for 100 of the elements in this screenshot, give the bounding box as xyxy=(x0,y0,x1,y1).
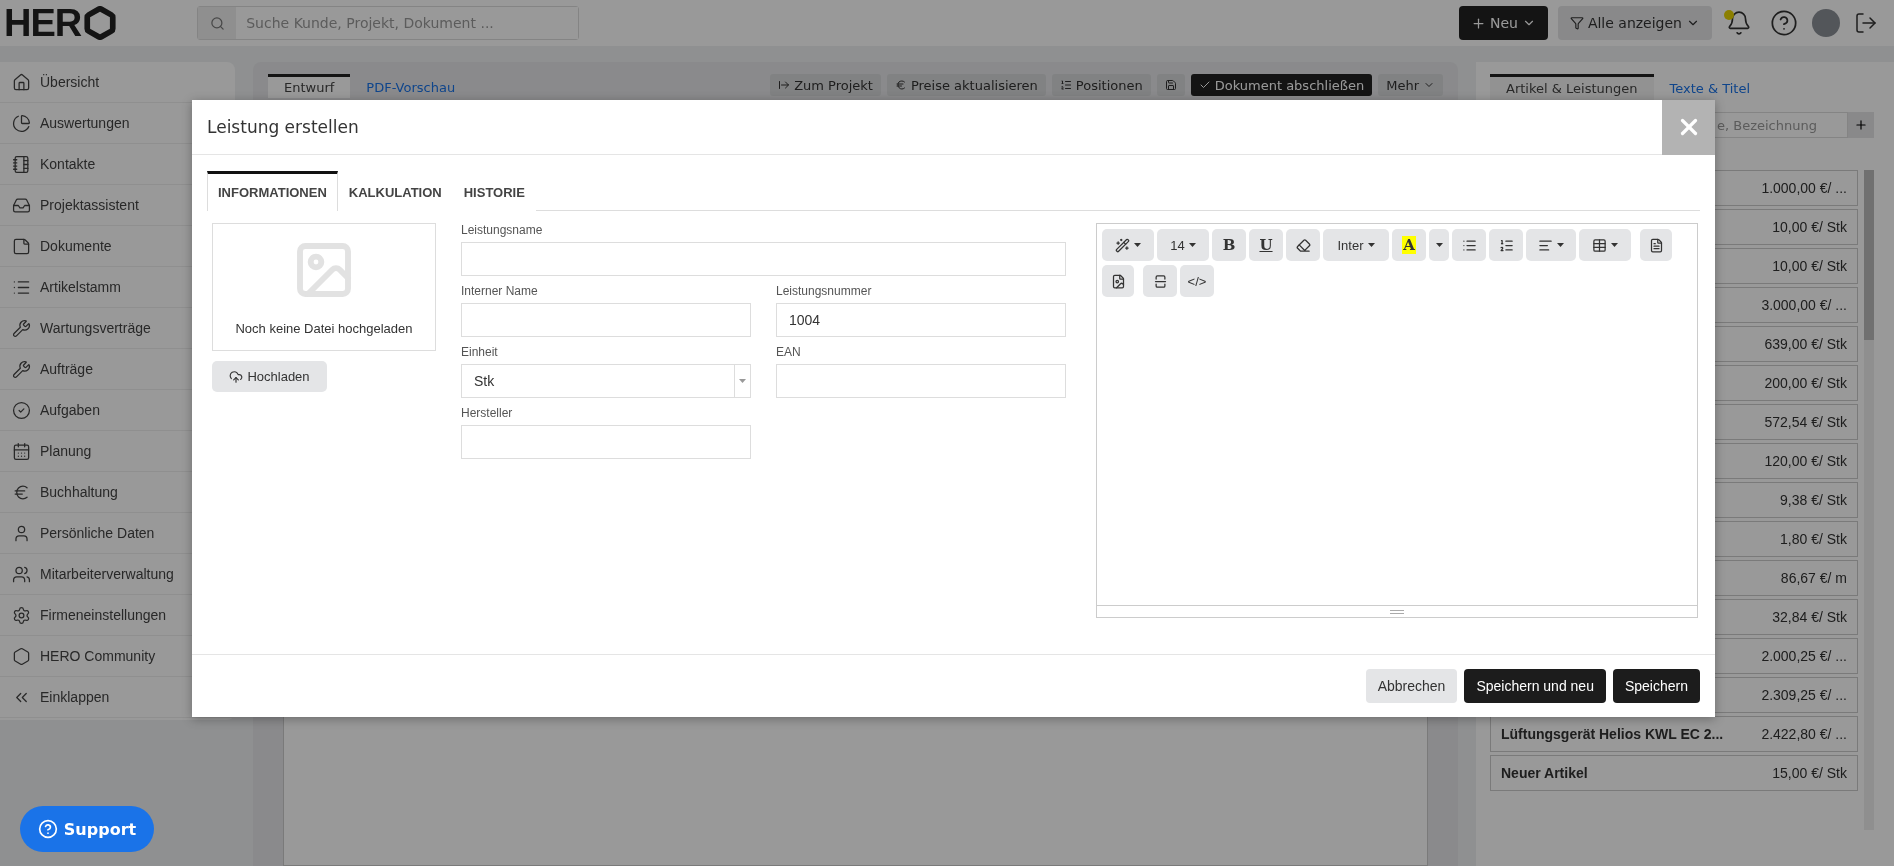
bullet-list-button[interactable] xyxy=(1452,229,1486,261)
image-drop-area[interactable]: Noch keine Datei hochgeladen xyxy=(212,223,436,351)
caret-icon xyxy=(1435,243,1443,247)
users-icon xyxy=(12,564,31,584)
font-dropdown[interactable]: Inter xyxy=(1323,229,1389,261)
toolbar-button[interactable]: Zum Projekt xyxy=(770,74,881,96)
field-label: Hersteller xyxy=(461,406,514,420)
article-price: 1.000,00 €/ ... xyxy=(1761,180,1847,196)
bell-icon xyxy=(1726,10,1752,36)
save-button[interactable]: Speichern und neu xyxy=(1464,669,1606,703)
numbered-list-button[interactable] xyxy=(1489,229,1523,261)
eraser-button[interactable] xyxy=(1286,229,1320,261)
user-icon xyxy=(12,523,31,543)
filter-button[interactable]: Alle anzeigen xyxy=(1557,6,1712,40)
article-price: 200,00 €/ Stk xyxy=(1764,375,1847,391)
code-view-button[interactable]: </> xyxy=(1180,265,1214,297)
add-button[interactable] xyxy=(1848,112,1874,138)
cloud-upload-icon xyxy=(229,369,244,384)
article-price: 9,38 €/ Stk xyxy=(1780,492,1847,508)
numbered-list-icon xyxy=(1059,79,1072,91)
save-icon xyxy=(1164,79,1177,91)
scrollbar-thumb[interactable] xyxy=(1864,170,1874,340)
article-price: 2.422,80 €/ ... xyxy=(1761,726,1847,742)
hexagon-icon xyxy=(12,646,31,666)
article-price: 572,54 €/ Stk xyxy=(1764,414,1847,430)
bold-button[interactable]: B xyxy=(1212,229,1246,261)
align-dropdown[interactable] xyxy=(1526,229,1576,261)
article-price: 32,84 €/ Stk xyxy=(1772,609,1847,625)
note-icon xyxy=(12,236,31,256)
document-icon xyxy=(1648,237,1664,253)
document-button[interactable] xyxy=(1640,229,1672,261)
numbered-list-icon xyxy=(1498,237,1514,253)
plus-icon xyxy=(1470,15,1486,31)
field-label: Einheit xyxy=(461,345,499,359)
article-price: 120,00 €/ Stk xyxy=(1764,453,1847,469)
unit-select[interactable]: Stk xyxy=(461,364,751,398)
style-button[interactable] xyxy=(1102,229,1154,261)
image-file-icon xyxy=(1110,273,1126,289)
euro-icon xyxy=(894,79,907,91)
home-icon xyxy=(12,72,31,92)
table-dropdown[interactable] xyxy=(1579,229,1631,261)
article-price: 2.309,25 €/ ... xyxy=(1761,687,1847,703)
check-circle-icon xyxy=(12,400,31,420)
page-break-button[interactable] xyxy=(1143,265,1177,297)
toolbar-button[interactable]: Dokument abschließen xyxy=(1190,74,1373,96)
highlight-button[interactable]: A xyxy=(1392,229,1426,261)
table-icon xyxy=(1592,237,1607,253)
caret-icon xyxy=(1188,243,1196,247)
support-button[interactable]: Support xyxy=(20,806,154,852)
logo-icon xyxy=(83,6,118,40)
caret-icon xyxy=(1611,243,1618,247)
save-button[interactable] xyxy=(1156,74,1185,96)
input-field[interactable] xyxy=(461,242,1066,276)
upload-button[interactable]: Hochladen xyxy=(212,361,327,392)
article-price: 2.000,25 €/ ... xyxy=(1761,648,1847,664)
resize-handle[interactable] xyxy=(1390,609,1404,614)
input-field[interactable]: 1004 xyxy=(776,303,1066,337)
avatar[interactable] xyxy=(1812,9,1840,37)
article-price: 1,80 €/ Stk xyxy=(1780,531,1847,547)
logout-icon xyxy=(1854,11,1878,35)
calendar-icon xyxy=(12,441,31,461)
settings-icon xyxy=(12,605,31,625)
input-field[interactable] xyxy=(461,425,751,459)
document-tab[interactable]: PDF-Vorschau xyxy=(350,74,472,98)
dialog-tab[interactable]: INFORMATIONEN xyxy=(207,171,338,211)
input-field[interactable] xyxy=(461,303,751,337)
document-tab[interactable]: Entwurf xyxy=(268,74,351,98)
underline-button[interactable]: U xyxy=(1249,229,1283,261)
toolbar-button[interactable]: Positionen xyxy=(1051,74,1151,96)
check-icon xyxy=(1198,79,1211,91)
input-field[interactable] xyxy=(776,364,1066,398)
panel-tab[interactable]: Texte & Titel xyxy=(1653,74,1767,104)
article-price: 639,00 €/ Stk xyxy=(1764,336,1847,352)
page-break-icon xyxy=(1152,273,1168,289)
article-price: 10,00 €/ Stk xyxy=(1772,258,1847,274)
article-row[interactable]: Neuer Artikel 15,00 €/ Stk xyxy=(1490,755,1858,791)
eraser-icon xyxy=(1295,237,1311,253)
new-button[interactable]: Neu xyxy=(1458,6,1548,40)
search-icon xyxy=(209,15,225,31)
field-label: Leistungsnummer xyxy=(776,284,873,298)
field-label: Interner Name xyxy=(461,284,539,298)
image-button[interactable] xyxy=(1102,265,1134,297)
wrench-icon xyxy=(12,318,31,338)
caret-icon xyxy=(1134,243,1141,247)
filter-icon xyxy=(1569,16,1584,30)
search-field[interactable]: Suche Kunde, Projekt, Dokument ... xyxy=(197,6,580,40)
cancel-button[interactable]: Abbrechen xyxy=(1365,669,1458,703)
article-price: 86,67 €/ m xyxy=(1780,570,1847,586)
plus-icon xyxy=(1854,118,1868,132)
notification-dot xyxy=(1724,10,1734,20)
toolbar-button[interactable]: Mehr xyxy=(1378,74,1443,96)
font-size-dropdown[interactable]: 14 xyxy=(1157,229,1209,261)
wrench-icon xyxy=(12,359,31,379)
field-label: Leistungsname xyxy=(461,223,544,237)
logo-text: HER xyxy=(4,1,82,45)
toolbar-button[interactable]: Preise aktualisieren xyxy=(886,74,1046,96)
caret-icon xyxy=(1367,243,1375,247)
color-dropdown[interactable] xyxy=(1429,229,1449,261)
pie-chart-icon xyxy=(12,113,31,133)
save-button[interactable]: Speichern xyxy=(1612,669,1700,703)
